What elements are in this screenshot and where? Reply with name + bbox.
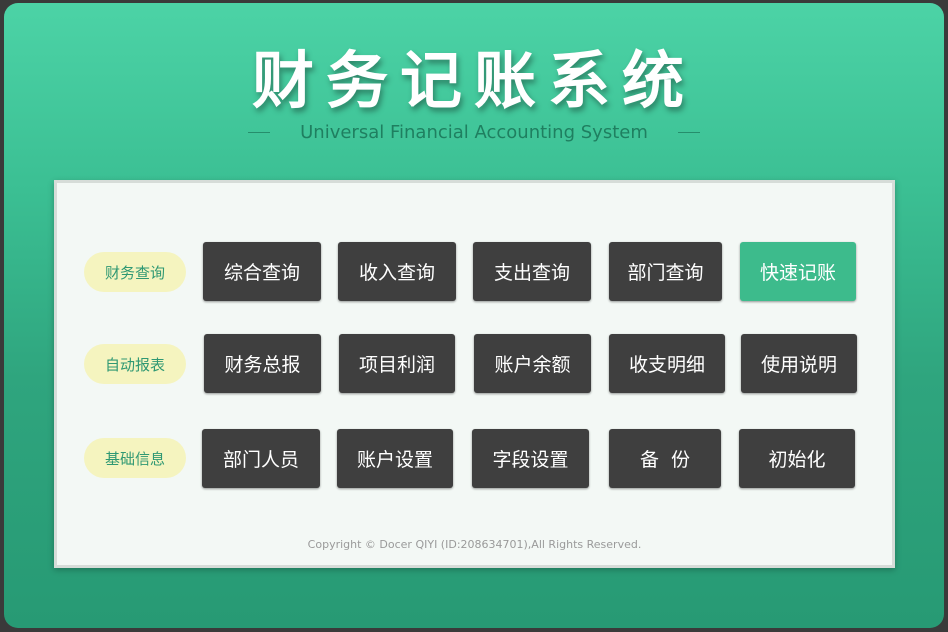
subtitle-right-dash xyxy=(677,131,700,133)
app-subtitle: Universal Financial Accounting System xyxy=(300,121,648,143)
initialize-button[interactable]: 初始化 xyxy=(739,429,855,488)
income-query-button[interactable]: 收入查询 xyxy=(338,242,456,301)
main-panel: 财务查询 综合查询 收入查询 支出查询 部门查询 快速记账 自动报表 财务总报 … xyxy=(54,180,895,568)
financial-summary-button[interactable]: 财务总报 xyxy=(204,334,321,393)
category-label-auto-report: 自动报表 xyxy=(84,344,186,384)
comprehensive-query-button[interactable]: 综合查询 xyxy=(203,242,321,301)
app-window: 财务记账系统 Universal Financial Accounting Sy… xyxy=(4,3,944,628)
category-label-basic-info: 基础信息 xyxy=(84,438,186,478)
project-profit-button[interactable]: 项目利润 xyxy=(339,334,455,393)
row-basic-info: 基础信息 部门人员 账户设置 字段设置 备 份 初始化 xyxy=(57,429,892,489)
row-financial-query: 财务查询 综合查询 收入查询 支出查询 部门查询 快速记账 xyxy=(57,242,892,302)
quick-entry-button[interactable]: 快速记账 xyxy=(740,242,856,301)
income-expense-detail-button[interactable]: 收支明细 xyxy=(609,334,725,393)
department-staff-button[interactable]: 部门人员 xyxy=(202,429,320,488)
expense-query-button[interactable]: 支出查询 xyxy=(473,242,591,301)
subtitle-left-dash xyxy=(248,131,271,133)
category-label-financial-query: 财务查询 xyxy=(84,252,186,292)
backup-button[interactable]: 备 份 xyxy=(609,429,721,488)
user-guide-button[interactable]: 使用说明 xyxy=(741,334,857,393)
account-settings-button[interactable]: 账户设置 xyxy=(337,429,453,488)
row-auto-report: 自动报表 财务总报 项目利润 账户余额 收支明细 使用说明 xyxy=(57,334,892,394)
account-balance-button[interactable]: 账户余额 xyxy=(474,334,591,393)
field-settings-button[interactable]: 字段设置 xyxy=(472,429,589,488)
app-title: 财务记账系统 xyxy=(251,44,696,117)
subtitle-row: Universal Financial Accounting System xyxy=(4,119,944,145)
copyright-text: Copyright © Docer QIYI (ID:208634701),Al… xyxy=(307,538,642,551)
department-query-button[interactable]: 部门查询 xyxy=(609,242,722,301)
